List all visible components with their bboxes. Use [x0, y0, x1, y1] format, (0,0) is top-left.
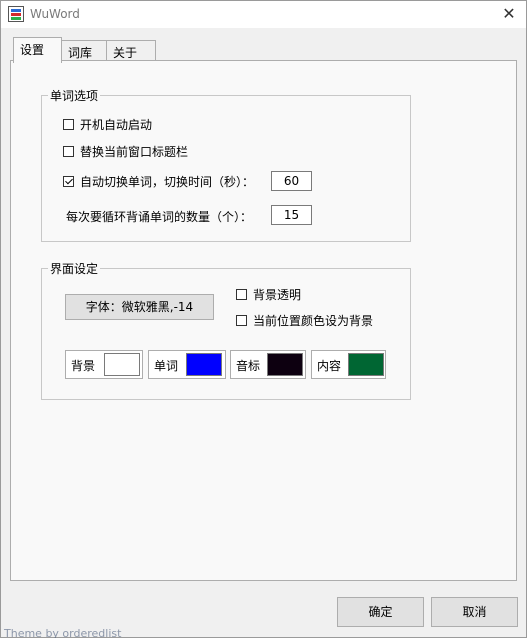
background-color-swatch: [104, 353, 140, 376]
ok-button[interactable]: 确定: [337, 597, 424, 627]
ui-settings-group: 界面设定: [41, 260, 411, 400]
content-color-button[interactable]: 内容: [311, 350, 386, 379]
content-color-swatch: [348, 353, 384, 376]
background-color-label: 背景: [71, 359, 96, 373]
title-bar: WuWord ✕: [1, 1, 526, 28]
position-color-bg-checkbox-box: [236, 314, 247, 326]
word-color-swatch: [186, 353, 222, 376]
cancel-button[interactable]: 取消: [431, 597, 518, 627]
content-color-label: 内容: [317, 359, 342, 373]
phonetic-color-swatch: [267, 353, 303, 376]
transparent-bg-checkbox[interactable]: 背景透明: [236, 286, 301, 302]
autostart-checkbox[interactable]: 开机自动启动: [63, 116, 152, 132]
position-color-bg-checkbox[interactable]: 当前位置颜色设为背景: [236, 312, 373, 328]
switch-interval-input[interactable]: 60: [271, 171, 312, 191]
window-title: WuWord: [30, 7, 80, 21]
settings-window: WuWord ✕ 设置 词库 关于 单词选项 开机自动启动 替换当前窗口标题栏 …: [0, 0, 527, 638]
background-ghost-text: Theme by orderedlist: [4, 627, 122, 638]
background-color-button[interactable]: 背景: [65, 350, 143, 379]
ui-settings-title: 界面设定: [48, 260, 101, 277]
phonetic-color-label: 音标: [236, 359, 261, 373]
font-button[interactable]: 字体：微软雅黑,-14: [65, 294, 214, 320]
close-icon[interactable]: ✕: [498, 3, 520, 25]
replace-titlebar-checkbox[interactable]: 替换当前窗口标题栏: [63, 143, 188, 159]
tab-about[interactable]: 关于: [106, 40, 156, 62]
word-color-button[interactable]: 单词: [148, 350, 226, 379]
transparent-bg-label: 背景透明: [253, 287, 302, 302]
position-color-bg-label: 当前位置颜色设为背景: [253, 313, 374, 328]
auto-switch-checkbox-box: [63, 175, 74, 187]
tab-settings[interactable]: 设置: [13, 37, 62, 63]
phonetic-color-button[interactable]: 音标: [230, 350, 306, 379]
autostart-checkbox-box: [63, 118, 74, 130]
autostart-label: 开机自动启动: [80, 117, 153, 132]
transparent-bg-checkbox-box: [236, 288, 247, 300]
replace-titlebar-checkbox-box: [63, 145, 74, 157]
loop-count-label: 每次要循环背诵单词的数量（个）：: [66, 210, 253, 224]
word-color-label: 单词: [154, 359, 179, 373]
replace-titlebar-label: 替换当前窗口标题栏: [80, 144, 189, 159]
auto-switch-label: 自动切换单词，切换时间（秒）：: [80, 174, 255, 189]
loop-count-input[interactable]: 15: [271, 205, 312, 225]
app-icon: [8, 6, 24, 22]
auto-switch-checkbox[interactable]: 自动切换单词，切换时间（秒）：: [63, 173, 254, 189]
tab-dictionary[interactable]: 词库: [61, 40, 107, 62]
word-options-title: 单词选项: [48, 87, 101, 104]
